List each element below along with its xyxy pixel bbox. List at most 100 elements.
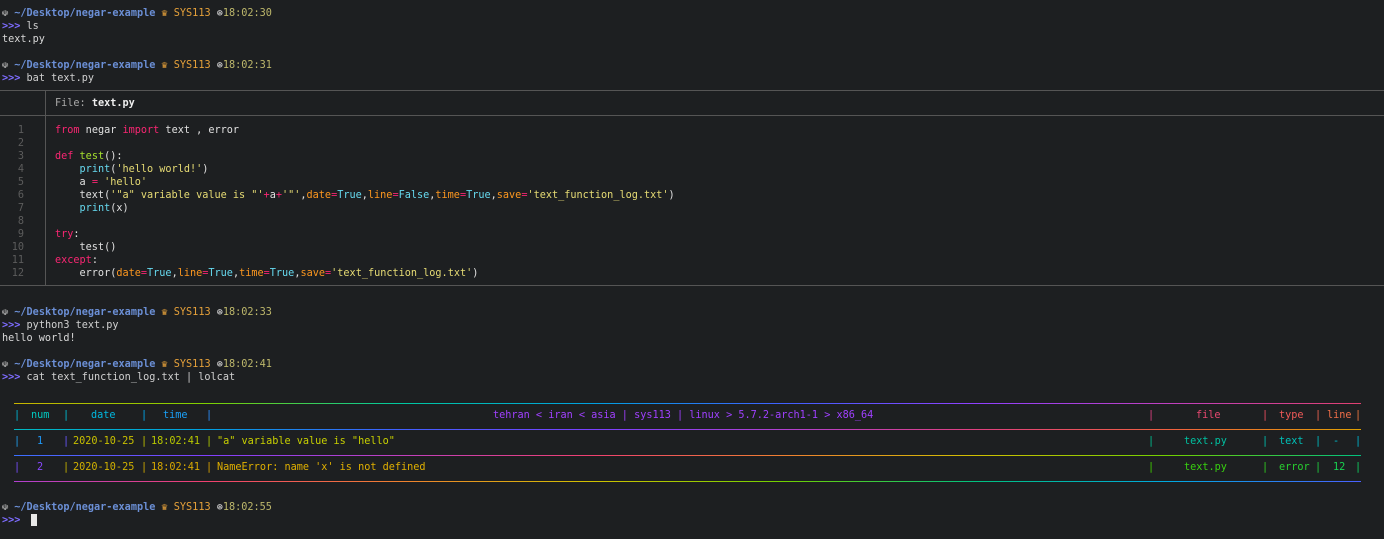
row-line: - xyxy=(1333,436,1340,447)
row-type: text xyxy=(1279,436,1304,447)
prompt-time: 18:02:31 xyxy=(222,60,272,71)
prompt-path: ~/Desktop/negar-example xyxy=(14,60,156,71)
line-number: 1 xyxy=(17,125,24,136)
prompt-host: SYS113 xyxy=(173,60,211,71)
crown-icon: ♛ xyxy=(161,60,168,71)
code-line: error(date=True,line=True,time=True,save… xyxy=(55,268,479,279)
prompt-time: 18:02:33 xyxy=(222,307,272,318)
table-divider: | xyxy=(206,462,213,473)
code-line: try: xyxy=(55,229,80,240)
code-line: def test(): xyxy=(55,151,123,162)
line-number: 2 xyxy=(17,138,24,149)
table-divider: | xyxy=(206,410,213,421)
command-text: python3 text.py xyxy=(26,320,119,331)
command-output: hello world! xyxy=(2,333,76,344)
row-type: error xyxy=(1279,462,1310,473)
header-time: time xyxy=(163,410,188,421)
crown-icon: ♛ xyxy=(161,8,168,19)
line-number: 7 xyxy=(17,203,24,214)
row-time: 18:02:41 xyxy=(151,462,201,473)
command-line: >>> cat text_function_log.txt | lolcat xyxy=(2,371,235,384)
rebel-icon: ☫ xyxy=(2,502,9,513)
row-message: NameError: name 'x' is not defined xyxy=(217,462,426,473)
rebel-icon: ☫ xyxy=(2,60,9,71)
code-line: print('hello world!') xyxy=(79,164,209,175)
command-text: bat text.py xyxy=(26,73,95,84)
code-line: text('"a" variable value is "'+a+'"',dat… xyxy=(55,190,675,201)
prompt-line: ☫ ~/Desktop/negar-example ♛ SYS113 ⊛18:0… xyxy=(2,59,272,72)
line-number: 4 xyxy=(17,164,24,175)
rebel-icon: ☫ xyxy=(2,8,9,19)
table-divider: | xyxy=(1262,462,1269,473)
prompt-arrows: >>> xyxy=(2,372,21,383)
row-num: 1 xyxy=(37,436,44,447)
table-divider: | xyxy=(1355,436,1362,447)
table-divider: | xyxy=(1148,462,1155,473)
row-message: "a" variable value is "hello" xyxy=(217,436,395,447)
table-divider: | xyxy=(1148,436,1155,447)
row-line: 12 xyxy=(1333,462,1346,473)
prompt-host: SYS113 xyxy=(173,307,211,318)
command-output: text.py xyxy=(2,34,45,45)
table-divider: | xyxy=(63,410,70,421)
line-number: 10 xyxy=(11,242,24,253)
command-line: >>> bat text.py xyxy=(2,72,94,85)
row-time: 18:02:41 xyxy=(151,436,201,447)
code-line: from negar import text , error xyxy=(55,125,240,136)
header-message: tehran < iran < asia | sys113 | linux > … xyxy=(493,410,874,421)
code-line: print(x) xyxy=(79,203,129,214)
prompt-host: SYS113 xyxy=(173,8,211,19)
prompt-arrows: >>> xyxy=(2,21,21,32)
prompt-line: ☫ ~/Desktop/negar-example ♛ SYS113 ⊛18:0… xyxy=(2,501,272,514)
header-num: num xyxy=(31,410,50,421)
table-divider: | xyxy=(1315,436,1322,447)
prompt-host: SYS113 xyxy=(173,502,211,513)
row-num: 2 xyxy=(37,462,44,473)
prompt-arrows: >>> xyxy=(2,73,21,84)
crown-icon: ♛ xyxy=(161,359,168,370)
table-divider: | xyxy=(1262,410,1269,421)
line-number: 12 xyxy=(11,268,24,279)
table-divider: | xyxy=(1315,410,1322,421)
header-line: line xyxy=(1327,410,1352,421)
line-number: 3 xyxy=(17,151,24,162)
table-divider: | xyxy=(63,462,70,473)
command-line: >>> ls xyxy=(2,20,39,33)
table-divider: | xyxy=(1148,410,1155,421)
command-input-line[interactable]: >>> xyxy=(2,514,20,527)
prompt-path: ~/Desktop/negar-example xyxy=(14,359,156,370)
table-divider: | xyxy=(14,436,21,447)
bat-file-name: text.py xyxy=(91,98,135,109)
bat-header-rule xyxy=(0,115,1384,116)
command-text: cat text_function_log.txt | lolcat xyxy=(26,372,236,383)
line-number: 5 xyxy=(17,177,24,188)
table-divider: | xyxy=(141,436,148,447)
bat-gutter-rule xyxy=(45,90,46,285)
prompt-path: ~/Desktop/negar-example xyxy=(14,8,156,19)
table-divider: | xyxy=(1315,462,1322,473)
table-divider: | xyxy=(141,462,148,473)
header-type: type xyxy=(1279,410,1304,421)
table-row-border xyxy=(14,455,1361,456)
table-divider: | xyxy=(1355,462,1362,473)
prompt-time: 18:02:41 xyxy=(222,359,272,370)
terminal-cursor[interactable] xyxy=(31,514,37,526)
crown-icon: ♛ xyxy=(161,502,168,513)
table-divider: | xyxy=(14,462,21,473)
prompt-arrows: >>> xyxy=(2,320,21,331)
prompt-path: ~/Desktop/negar-example xyxy=(14,307,156,318)
table-divider: | xyxy=(63,436,70,447)
prompt-line: ☫ ~/Desktop/negar-example ♛ SYS113 ⊛18:0… xyxy=(2,306,272,319)
table-bottom-border xyxy=(14,481,1361,482)
header-date: date xyxy=(91,410,116,421)
row-file: text.py xyxy=(1184,436,1227,447)
code-line: except: xyxy=(55,255,98,266)
rebel-icon: ☫ xyxy=(2,359,9,370)
row-date: 2020-10-25 xyxy=(73,436,135,447)
bat-bottom-rule xyxy=(0,285,1384,286)
table-header-border xyxy=(14,429,1361,430)
prompt-time: 18:02:55 xyxy=(222,502,272,513)
command-line: >>> python3 text.py xyxy=(2,319,119,332)
prompt-path: ~/Desktop/negar-example xyxy=(14,502,156,513)
header-file: file xyxy=(1196,410,1221,421)
